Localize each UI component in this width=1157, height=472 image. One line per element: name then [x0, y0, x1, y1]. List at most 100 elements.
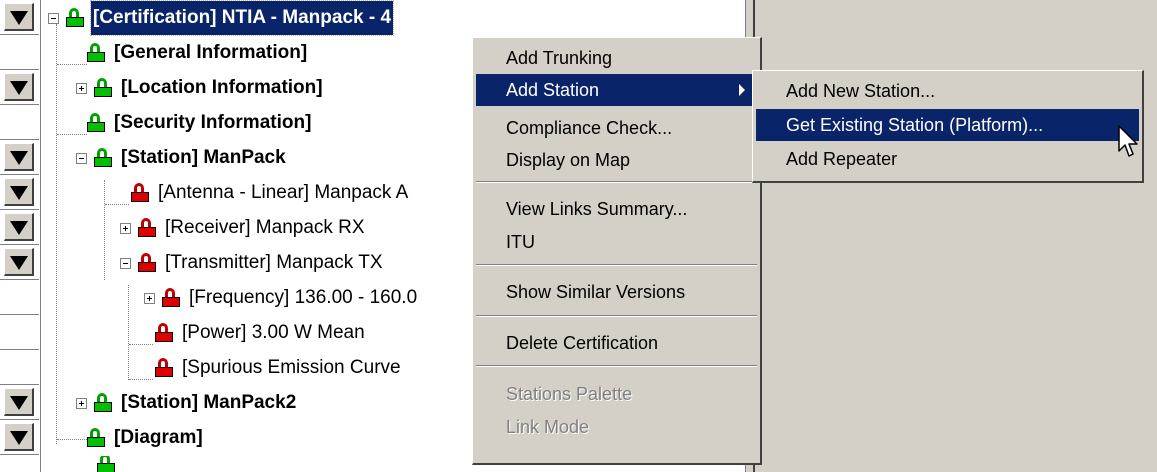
row-gutter-cell	[0, 105, 39, 140]
tree-node-antenna[interactable]: [Antenna - Linear] Manpack A	[130, 176, 410, 210]
row-gutter-cell	[0, 280, 39, 315]
row-toggle-button[interactable]	[0, 420, 39, 455]
tree-node-label: [Spurious Emission Curve	[182, 357, 401, 378]
tree-node-spurious-emission[interactable]: [Spurious Emission Curve	[154, 351, 403, 385]
menu-item-add-station[interactable]: Add Station	[476, 74, 757, 106]
tree-node-diagram[interactable]: [Diagram]	[86, 421, 205, 455]
tree-node-certification[interactable]: [Certification] NTIA - Manpack - 4	[48, 0, 395, 36]
green-lock-icon	[93, 78, 113, 98]
tree-node-label: [Power] 3.00 W Mean	[182, 322, 365, 343]
expand-icon[interactable]	[120, 222, 131, 234]
tree-node-station-manpack[interactable]: [Station] ManPack	[76, 141, 288, 175]
menu-item-stations-palette: Stations Palette	[506, 384, 633, 404]
row-toggle-button[interactable]	[0, 245, 39, 280]
down-triangle-icon	[10, 431, 28, 445]
tree-node-label: [Receiver] Manpack RX	[165, 217, 365, 238]
menu-item-label: Add Station	[506, 80, 600, 100]
green-lock-icon	[86, 43, 106, 63]
row-gutter-cell	[0, 350, 39, 385]
tree-line	[56, 24, 57, 444]
green-lock-icon	[93, 393, 113, 413]
tree-node-label: [Security Information]	[114, 112, 312, 133]
menu-item-link-mode: Link Mode	[506, 417, 590, 437]
collapse-icon[interactable]	[76, 152, 87, 164]
down-triangle-icon	[10, 221, 28, 235]
down-triangle-icon	[10, 81, 28, 95]
red-lock-icon	[154, 323, 174, 343]
down-triangle-icon	[10, 186, 28, 200]
tree-node-general-information[interactable]: [General Information]	[86, 36, 309, 70]
menu-item-add-new-station[interactable]: Add New Station...	[756, 75, 1139, 107]
menu-item-get-existing-station[interactable]: Get Existing Station (Platform)...	[756, 109, 1139, 141]
tree-node-partial	[96, 456, 122, 472]
tree-node-label: [Location Information]	[121, 77, 323, 98]
tree-node-label: [Certification] NTIA - Manpack - 4	[89, 0, 395, 36]
down-triangle-icon	[10, 256, 28, 270]
tree-node-receiver[interactable]: [Receiver] Manpack RX	[120, 211, 367, 245]
tree-node-location-information[interactable]: [Location Information]	[76, 71, 325, 105]
down-triangle-icon	[10, 11, 28, 25]
tree-line	[57, 134, 87, 135]
tree-node-power[interactable]: [Power] 3.00 W Mean	[154, 316, 367, 350]
green-lock-icon	[96, 456, 116, 472]
row-gutter-cell	[0, 35, 39, 70]
expand-icon[interactable]	[76, 397, 87, 409]
tree-line	[57, 439, 87, 440]
row-toggle-button[interactable]	[0, 175, 39, 210]
row-toggle-button[interactable]	[0, 0, 39, 35]
expand-icon[interactable]	[144, 292, 155, 304]
row-gutter	[0, 0, 41, 472]
menu-item-compliance-check[interactable]: Compliance Check...	[476, 112, 757, 144]
expand-icon[interactable]	[76, 82, 87, 94]
tree-line	[57, 64, 87, 65]
tree-node-label: [Station] ManPack	[121, 147, 286, 168]
red-lock-icon	[130, 183, 150, 203]
collapse-icon[interactable]	[120, 257, 131, 269]
green-lock-icon	[65, 8, 85, 28]
tree-node-label: [Diagram]	[114, 427, 203, 448]
tree-node-station-manpack2[interactable]: [Station] ManPack2	[76, 386, 298, 420]
collapse-icon[interactable]	[48, 12, 59, 24]
tree-line	[129, 379, 153, 380]
menu-item-add-repeater[interactable]: Add Repeater	[756, 143, 1139, 175]
mouse-pointer-icon	[1118, 125, 1138, 157]
menu-item-add-trunking[interactable]: Add Trunking	[476, 42, 757, 74]
green-lock-icon	[86, 428, 106, 448]
menu-separator	[476, 365, 757, 367]
red-lock-icon	[137, 253, 157, 273]
row-toggle-button[interactable]	[0, 140, 39, 175]
tree-node-transmitter[interactable]: [Transmitter] Manpack TX	[120, 246, 385, 280]
tree-line	[129, 344, 153, 345]
menu-item-itu[interactable]: ITU	[476, 226, 757, 258]
context-menu: Add Trunking Add Station Compliance Chec…	[472, 37, 762, 465]
row-gutter-cell	[0, 455, 39, 472]
tree-node-label: [General Information]	[114, 42, 308, 63]
add-station-submenu: Add New Station... Get Existing Station …	[752, 70, 1144, 183]
menu-item-display-on-map[interactable]: Display on Map	[476, 144, 757, 176]
tree-node-frequency[interactable]: [Frequency] 136.00 - 160.0	[144, 281, 419, 315]
green-lock-icon	[93, 148, 113, 168]
tree-node-label: [Frequency] 136.00 - 160.0	[189, 287, 418, 308]
row-toggle-button[interactable]	[0, 70, 39, 105]
tree-node-label: [Station] ManPack2	[121, 392, 297, 413]
tree-node-security-information[interactable]: [Security Information]	[86, 106, 313, 140]
red-lock-icon	[161, 288, 181, 308]
menu-separator	[476, 315, 757, 317]
menu-separator	[476, 264, 757, 266]
row-gutter-cell	[0, 315, 39, 350]
menu-item-view-links-summary[interactable]: View Links Summary...	[476, 193, 757, 225]
green-lock-icon	[86, 113, 106, 133]
tree-line	[105, 204, 129, 205]
menu-item-delete-certification[interactable]: Delete Certification	[476, 327, 757, 359]
menu-separator	[476, 181, 757, 183]
menu-item-show-similar-versions[interactable]: Show Similar Versions	[476, 276, 757, 308]
row-toggle-button[interactable]	[0, 385, 39, 420]
tree-node-label: [Antenna - Linear] Manpack A	[158, 182, 409, 203]
down-triangle-icon	[10, 151, 28, 165]
red-lock-icon	[154, 358, 174, 378]
row-toggle-button[interactable]	[0, 210, 39, 245]
tree-line	[104, 180, 105, 280]
submenu-arrow-icon	[739, 84, 745, 96]
down-triangle-icon	[10, 396, 28, 410]
red-lock-icon	[137, 218, 157, 238]
